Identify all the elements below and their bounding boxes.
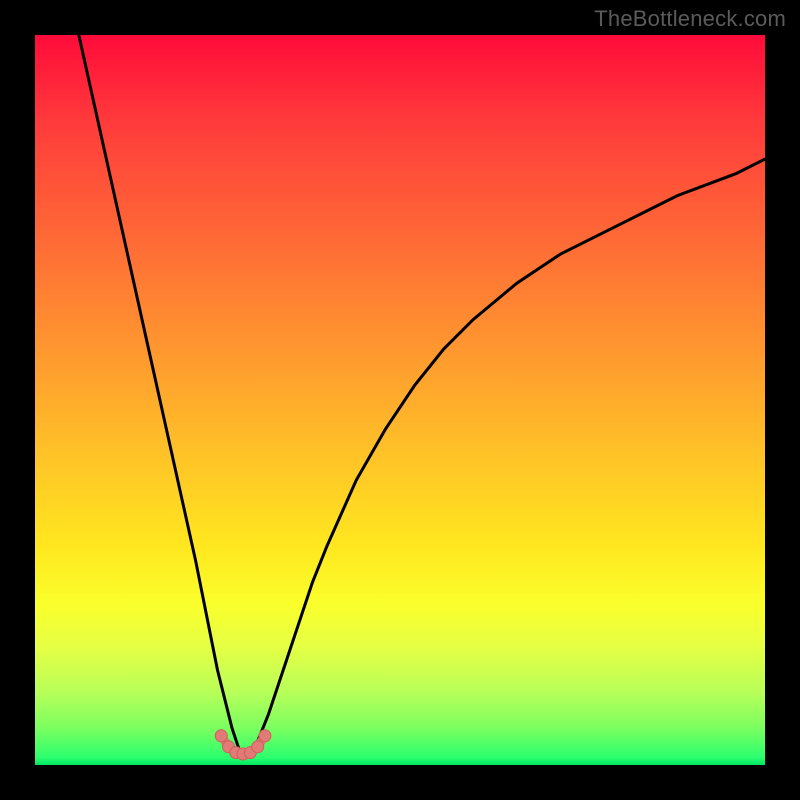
valley-marker-dot xyxy=(252,741,264,753)
valley-marker-dots xyxy=(215,730,271,760)
plot-svg xyxy=(35,35,765,765)
valley-marker-dot xyxy=(259,730,271,742)
plot-area xyxy=(35,35,765,765)
valley-marker-dot xyxy=(215,730,227,742)
curve-right-branch xyxy=(254,159,765,750)
watermark-text: TheBottleneck.com xyxy=(594,6,786,32)
chart-frame: TheBottleneck.com xyxy=(0,0,800,800)
curve-left-branch xyxy=(79,35,240,750)
